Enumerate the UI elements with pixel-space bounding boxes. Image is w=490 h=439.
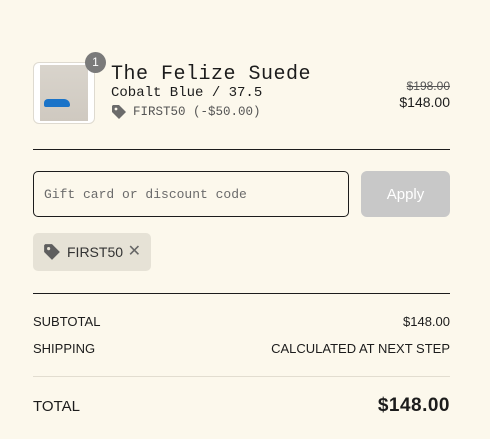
subtotal-row: SUBTOTAL $148.00	[33, 314, 450, 329]
subtotal-label: SUBTOTAL	[33, 314, 101, 329]
total-row: TOTAL $148.00	[33, 395, 450, 417]
shipping-row: SHIPPING CALCULATED AT NEXT STEP	[33, 341, 450, 356]
quantity-badge: 1	[85, 52, 106, 73]
tag-icon	[112, 105, 126, 119]
summary-divider	[33, 376, 450, 377]
tag-icon	[44, 244, 60, 260]
shoe-image	[44, 99, 70, 107]
close-icon[interactable]: ✕	[128, 244, 141, 260]
product-name: The Felize Suede	[111, 63, 312, 86]
discount-code-input[interactable]	[33, 171, 349, 217]
product-discount: FIRST50 (-$50.00)	[111, 104, 261, 120]
total-value: $148.00	[377, 395, 450, 416]
total-label: TOTAL	[33, 398, 80, 415]
product-thumbnail	[33, 62, 95, 124]
product-photo	[40, 65, 88, 121]
shipping-value: CALCULATED AT NEXT STEP	[271, 341, 450, 356]
subtotal-value: $148.00	[403, 314, 450, 329]
product-variant: Cobalt Blue / 37.5	[111, 85, 263, 101]
section-divider	[33, 149, 450, 150]
applied-code-label: FIRST50	[67, 244, 124, 260]
section-divider	[33, 293, 450, 294]
shipping-label: SHIPPING	[33, 341, 96, 356]
original-price: $198.00	[406, 79, 450, 93]
line-item: 1 The Felize Suede Cobalt Blue / 37.5 FI…	[33, 52, 450, 126]
apply-button[interactable]: Apply	[361, 171, 450, 217]
final-price: $148.00	[399, 94, 450, 110]
product-discount-label: FIRST50 (-$50.00)	[133, 105, 261, 119]
applied-discount-chip: FIRST50 ✕	[33, 233, 151, 271]
